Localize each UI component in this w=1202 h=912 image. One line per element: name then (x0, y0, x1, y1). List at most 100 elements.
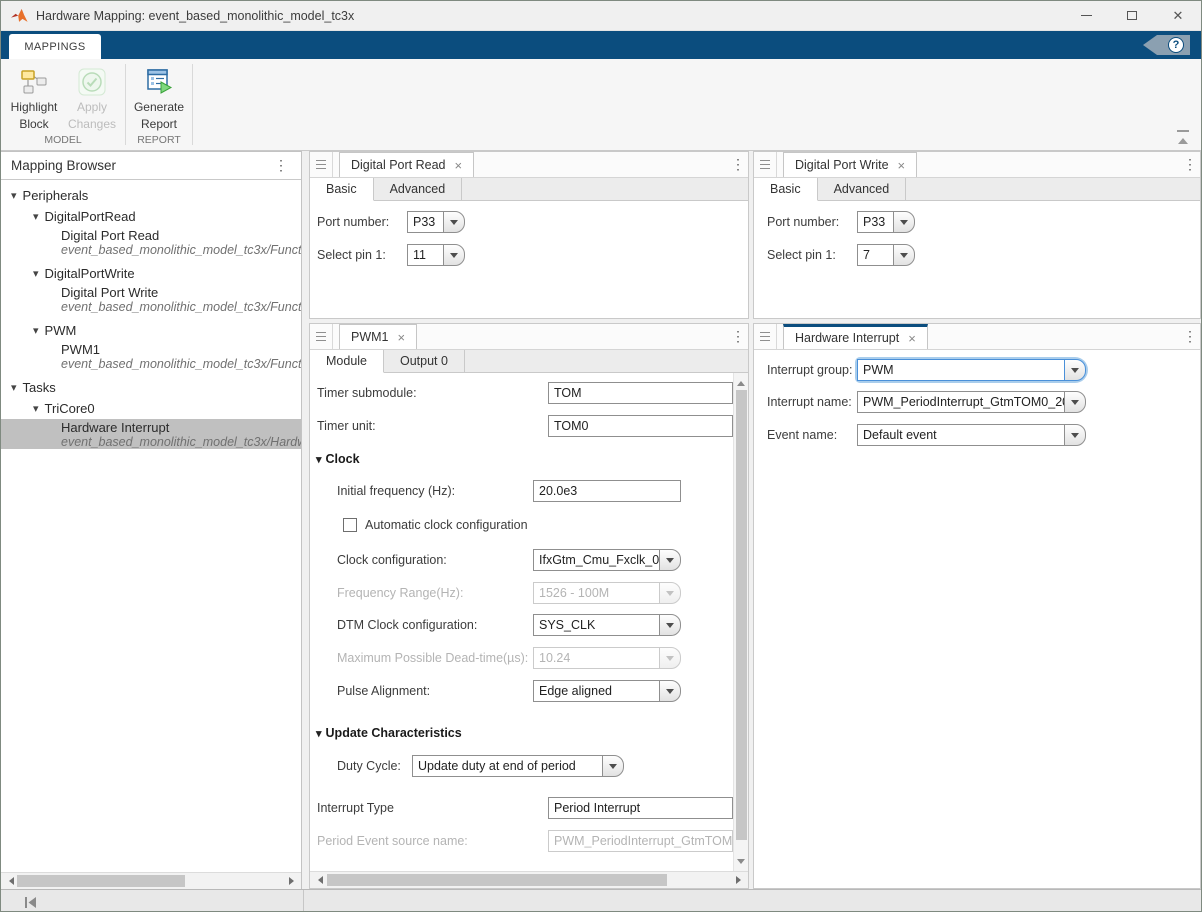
port-number-dropdown[interactable]: P33 (407, 211, 465, 233)
hscroll-thumb[interactable] (17, 875, 185, 887)
clock-configuration-dropdown[interactable]: IfxGtm_Cmu_Fxclk_0 (533, 549, 681, 571)
help-button[interactable]: ? (1143, 35, 1190, 55)
dropdown-arrow-icon[interactable] (1064, 391, 1086, 413)
expand-arrow-icon[interactable]: ▾ (33, 267, 39, 280)
panel-menu-icon[interactable]: ⋮ (1180, 156, 1200, 173)
dropdown-arrow-icon[interactable] (443, 244, 465, 266)
port-number-dropdown[interactable]: P33 (857, 211, 915, 233)
tree-item-digital-port-read[interactable]: Digital Port Read event_based_monolithic… (1, 227, 301, 257)
apply-changes-label-2: Changes (68, 117, 116, 132)
hscroll-thumb[interactable] (327, 874, 667, 886)
tree-item-peripherals[interactable]: ▾Peripherals (1, 185, 301, 206)
subtab-output0[interactable]: Output 0 (384, 350, 465, 372)
dropdown-arrow-icon[interactable] (1064, 424, 1086, 446)
tree-item-digital-port-write[interactable]: Digital Port Write event_based_monolithi… (1, 284, 301, 314)
panel-drag-grip-icon[interactable] (754, 324, 777, 349)
period-event-source-input[interactable]: PWM_PeriodInterrupt_GtmTOM0_20 (548, 830, 733, 852)
tree-item-hardware-interrupt[interactable]: Hardware Interrupt event_based_monolithi… (1, 419, 301, 449)
update-characteristics-section-header[interactable]: ▾Update Characteristics (316, 722, 462, 744)
dropdown-arrow-icon[interactable] (602, 755, 624, 777)
pwm1-vscrollbar[interactable] (733, 373, 748, 871)
panel-menu-icon[interactable]: ⋮ (1180, 328, 1200, 345)
minimize-button[interactable] (1063, 1, 1109, 30)
clock-section-header[interactable]: ▾Clock (316, 448, 360, 470)
pwm1-hscrollbar[interactable] (310, 871, 748, 888)
tree-item-pwm-group[interactable]: ▾PWM (1, 320, 301, 341)
apply-changes-button[interactable]: Apply Changes (63, 64, 121, 132)
dropdown-arrow-icon[interactable] (443, 211, 465, 233)
tab-mappings[interactable]: MAPPINGS (9, 34, 101, 59)
subtab-advanced[interactable]: Advanced (374, 178, 463, 200)
interrupt-type-input[interactable]: Period Interrupt (548, 797, 733, 819)
generate-report-button[interactable]: Generate Report (130, 64, 188, 132)
expand-arrow-icon[interactable]: ▾ (33, 402, 39, 415)
dtm-clock-dropdown[interactable]: SYS_CLK (533, 614, 681, 636)
expand-arrow-icon[interactable]: ▾ (11, 381, 17, 394)
timer-submodule-input[interactable]: TOM (548, 382, 733, 404)
scroll-right-icon[interactable] (285, 873, 301, 889)
scroll-right-icon[interactable] (732, 872, 748, 888)
panel-drag-grip-icon[interactable] (754, 152, 777, 177)
frequency-range-dropdown[interactable]: 1526 - 100M (533, 582, 681, 604)
tree-label: Tasks (23, 380, 56, 395)
dropdown-arrow-icon[interactable] (893, 211, 915, 233)
apply-changes-label-1: Apply (77, 100, 107, 115)
expand-arrow-icon[interactable]: ▾ (11, 189, 17, 202)
tab-close-icon[interactable]: × (398, 331, 406, 344)
mapping-browser-hscrollbar[interactable] (1, 872, 301, 889)
mapping-browser-menu-icon[interactable]: ⋮ (271, 157, 291, 174)
subtab-advanced[interactable]: Advanced (818, 178, 907, 200)
vscroll-thumb[interactable] (736, 390, 747, 840)
duty-cycle-dropdown[interactable]: Update duty at end of period (412, 755, 624, 777)
scroll-up-icon[interactable] (734, 373, 748, 389)
expand-arrow-icon[interactable]: ▾ (33, 210, 39, 223)
pulse-alignment-dropdown[interactable]: Edge aligned (533, 680, 681, 702)
duty-cycle-label: Duty Cycle: (337, 755, 401, 777)
dropdown-arrow-icon[interactable] (659, 680, 681, 702)
initial-frequency-input[interactable]: 20.0e3 (533, 480, 681, 502)
subtab-basic[interactable]: Basic (310, 178, 374, 201)
select-pin-label: Select pin 1: (767, 244, 836, 266)
dropdown-arrow-icon[interactable] (659, 614, 681, 636)
tab-digital-port-write[interactable]: Digital Port Write × (783, 152, 917, 177)
generate-report-label-2: Report (141, 117, 177, 132)
maximize-button[interactable] (1109, 1, 1155, 30)
tab-pwm1[interactable]: PWM1 × (339, 324, 417, 349)
interrupt-name-dropdown[interactable]: PWM_PeriodInterrupt_GtmTOM0_20 (857, 391, 1086, 413)
select-pin-dropdown[interactable]: 7 (857, 244, 915, 266)
collapse-panel-icon[interactable] (25, 895, 37, 912)
scroll-down-icon[interactable] (734, 855, 748, 871)
expand-arrow-icon[interactable]: ▾ (33, 324, 39, 337)
tree-item-tricore0[interactable]: ▾TriCore0 (1, 398, 301, 419)
tree-item-digitalportwrite-group[interactable]: ▾DigitalPortWrite (1, 263, 301, 284)
close-button[interactable]: ✕ (1155, 1, 1201, 30)
highlight-block-button[interactable]: Highlight Block (5, 64, 63, 132)
tree-item-pwm1[interactable]: PWM1 event_based_monolithic_model_tc3x/F… (1, 341, 301, 371)
dropdown-arrow-icon[interactable] (893, 244, 915, 266)
subtab-basic[interactable]: Basic (754, 178, 818, 201)
panel-drag-grip-icon[interactable] (310, 152, 333, 177)
interrupt-group-dropdown[interactable]: PWM (857, 359, 1086, 381)
tab-close-icon[interactable]: × (908, 332, 916, 345)
event-name-dropdown[interactable]: Default event (857, 424, 1086, 446)
subtab-module[interactable]: Module (310, 350, 384, 373)
tab-close-icon[interactable]: × (898, 159, 906, 172)
select-pin-dropdown[interactable]: 11 (407, 244, 465, 266)
timer-unit-label: Timer unit: (317, 415, 376, 437)
timer-unit-input[interactable]: TOM0 (548, 415, 733, 437)
automatic-clock-checkbox[interactable] (343, 518, 357, 532)
tab-digital-port-read[interactable]: Digital Port Read × (339, 152, 474, 177)
scroll-left-icon[interactable] (1, 873, 17, 889)
tab-hardware-interrupt[interactable]: Hardware Interrupt × (783, 324, 928, 349)
dropdown-arrow-icon[interactable] (1064, 359, 1086, 381)
tree-item-digitalportread-group[interactable]: ▾DigitalPortRead (1, 206, 301, 227)
dropdown-arrow-icon[interactable] (659, 549, 681, 571)
collapse-toolstrip-icon[interactable] (1177, 130, 1189, 144)
panel-menu-icon[interactable]: ⋮ (728, 328, 748, 345)
scroll-left-icon[interactable] (310, 872, 326, 888)
tree-item-tasks[interactable]: ▾ Tasks (1, 377, 301, 398)
max-deadtime-dropdown[interactable]: 10.24 (533, 647, 681, 669)
tab-close-icon[interactable]: × (455, 159, 463, 172)
panel-menu-icon[interactable]: ⋮ (728, 156, 748, 173)
panel-drag-grip-icon[interactable] (310, 324, 333, 349)
